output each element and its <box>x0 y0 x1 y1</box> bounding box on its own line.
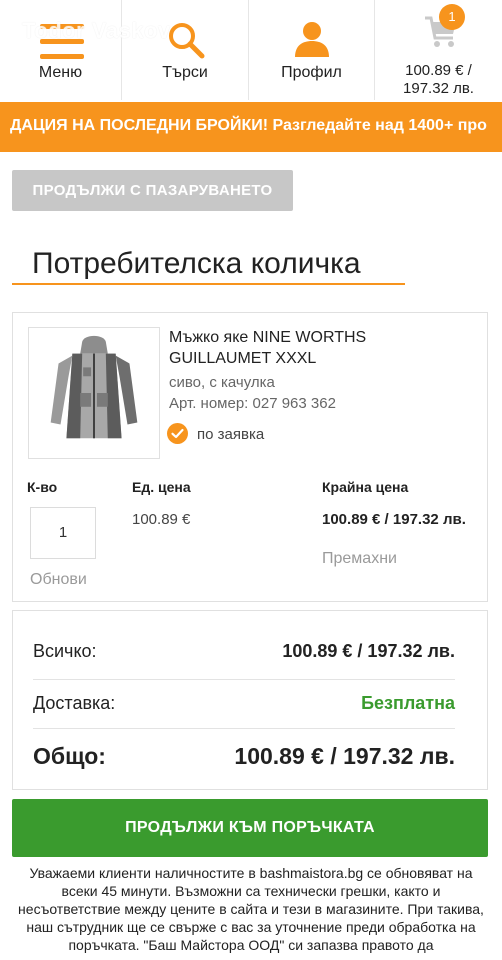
shipping-row: Доставка: Безплатна <box>33 693 455 714</box>
total-row: Общо: 100.89 € / 197.32 лв. <box>33 743 455 770</box>
cart-total-bgn: 197.32 лв. <box>403 80 474 97</box>
qty-header: К-во <box>27 479 58 495</box>
profile-label: Профил <box>281 64 342 81</box>
page-title: Потребителска количка <box>32 247 361 280</box>
product-image[interactable] <box>28 327 160 459</box>
promo-banner[interactable]: ДАЦИЯ НА ПОСЛЕДНИ БРОЙКИ! Разгледайте на… <box>0 102 502 152</box>
menu-button[interactable]: Меню <box>0 0 122 100</box>
subtotal-row: Всичко: 100.89 € / 197.32 лв. <box>33 641 455 662</box>
menu-label: Меню <box>38 64 83 81</box>
product-sku: Арт. номер: 027 963 362 <box>169 395 336 412</box>
shipping-label: Доставка: <box>33 693 116 713</box>
promo-text: ДАЦИЯ НА ПОСЛЕДНИ БРОЙКИ! Разгледайте на… <box>10 117 487 134</box>
check-circle-icon <box>167 423 188 444</box>
total-label: Общо: <box>33 743 106 769</box>
divider <box>33 679 455 680</box>
cart-button[interactable]: 1 100.89 € / 197.32 лв. <box>375 0 502 100</box>
availability-text: по заявка <box>197 426 265 443</box>
user-icon <box>295 22 329 57</box>
subtotal-label: Всичко: <box>33 641 97 661</box>
divider <box>33 728 455 729</box>
proceed-to-checkout-button[interactable]: ПРОДЪЛЖИ КЪМ ПОРЪЧКАТА <box>12 799 488 857</box>
stock-notice: Уважаеми клиенти наличностите в bashmais… <box>18 865 484 953</box>
continue-shopping-button[interactable]: ПРОДЪЛЖИ С ПАЗАРУВАНЕТО <box>12 170 293 211</box>
cart-total: 100.89 € / 197.32 лв. <box>375 62 502 98</box>
final-price: 100.89 € / 197.32 лв. <box>322 511 466 528</box>
search-icon <box>169 23 205 59</box>
total-value: 100.89 € / 197.32 лв. <box>234 743 455 769</box>
product-variant: сиво, с качулка <box>169 374 275 391</box>
refresh-quantity-link[interactable]: Обнови <box>30 571 87 589</box>
search-label: Търси <box>162 64 208 81</box>
cart-total-eur: 100.89 € / <box>405 62 472 79</box>
final-price-header: Крайна цена <box>322 479 409 495</box>
title-underline <box>12 283 405 285</box>
remove-item-link[interactable]: Премахни <box>322 550 397 568</box>
unit-price: 100.89 € <box>132 511 191 528</box>
watermark: Todor Vaskov <box>22 18 171 43</box>
shipping-value: Безплатна <box>361 693 455 713</box>
product-name[interactable]: Мъжко яке NINE WORTHS GUILLAUMET XXXL <box>169 327 469 369</box>
site-header: Todor Vaskov Меню Търси Профил 1 100.89 … <box>0 0 502 100</box>
subtotal-value: 100.89 € / 197.32 лв. <box>282 641 455 661</box>
quantity-input[interactable]: 1 <box>30 507 96 559</box>
search-button[interactable]: Търси <box>122 0 249 100</box>
order-totals: Всичко: 100.89 € / 197.32 лв. Доставка: … <box>12 610 488 790</box>
jacket-image <box>50 335 138 439</box>
cart-item: Мъжко яке NINE WORTHS GUILLAUMET XXXL си… <box>12 312 488 602</box>
profile-button[interactable]: Профил <box>249 0 375 100</box>
cart-count-badge: 1 <box>439 4 465 30</box>
unit-price-header: Ед. цена <box>132 479 191 495</box>
